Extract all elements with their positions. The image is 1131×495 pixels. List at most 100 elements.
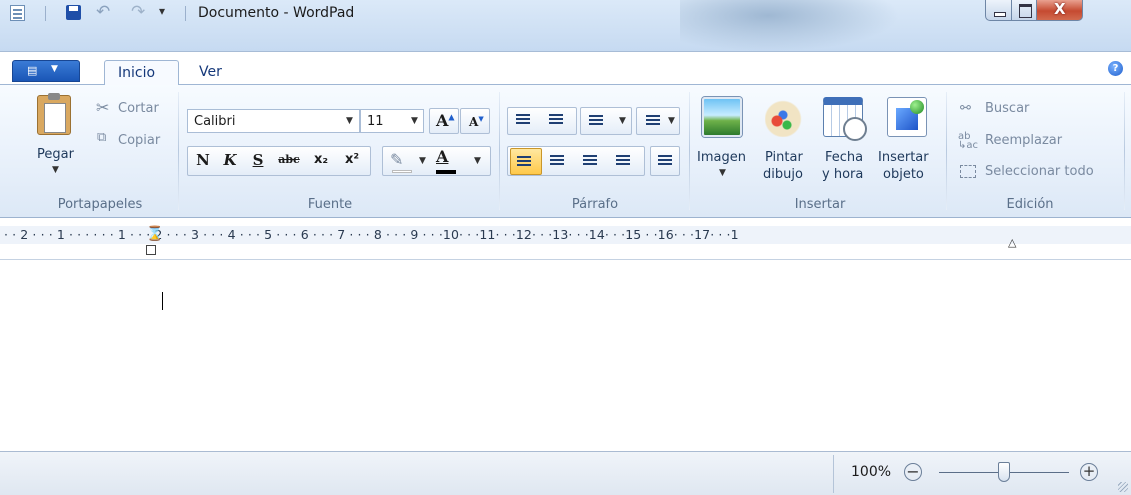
grow-font-icon: A▲ (436, 111, 455, 130)
paste-button-label[interactable]: Pegar (37, 147, 74, 162)
group-separator (946, 92, 947, 210)
increase-indent-icon (549, 114, 563, 126)
left-indent-marker[interactable] (146, 245, 156, 255)
close-icon: X (1054, 0, 1066, 18)
paint-drawing-button-line1[interactable]: Pintar (765, 150, 803, 165)
insert-image-button[interactable]: Imagen (697, 150, 746, 165)
first-line-indent-marker[interactable]: ⌛ (146, 226, 163, 242)
chevron-down-icon[interactable]: ▼ (474, 156, 481, 166)
tab-ver[interactable]: Ver (186, 60, 235, 85)
font-size-select[interactable]: 11 ▼ (360, 109, 424, 133)
replace-icon[interactable]: ab ↳ac (958, 132, 978, 151)
decrease-indent-icon (516, 114, 530, 126)
highlight-color-swatch (392, 170, 412, 173)
strikethrough-button[interactable]: abc (272, 147, 306, 175)
subscript-button[interactable]: x₂ (306, 147, 336, 175)
insert-object-icon[interactable] (887, 97, 927, 137)
bullet-list-icon (589, 115, 603, 127)
binoculars-icon[interactable]: ⚯ (960, 101, 971, 116)
maximize-button[interactable] (1011, 0, 1037, 21)
paint-drawing-button-line2[interactable]: dibujo (763, 167, 803, 182)
cut-button[interactable]: Cortar (118, 101, 159, 116)
group-label-insert: Insertar (794, 197, 846, 212)
wordpad-menu-button[interactable]: ▤ ▼ (12, 60, 80, 82)
group-separator (178, 92, 179, 210)
zoom-slider-thumb[interactable] (998, 462, 1010, 482)
tab-inicio[interactable]: Inicio (104, 60, 179, 85)
replace-button[interactable]: Reemplazar (985, 133, 1062, 148)
window-title: Documento - WordPad (198, 5, 355, 21)
group-separator (689, 92, 690, 210)
superscript-button[interactable]: x² (336, 147, 368, 175)
paste-icon[interactable] (37, 93, 71, 135)
menu-icon: ▤ (27, 64, 38, 77)
image-icon[interactable] (702, 97, 742, 137)
group-label-font: Fuente (307, 197, 353, 212)
save-icon[interactable] (66, 5, 81, 20)
align-left-icon (517, 156, 531, 168)
document-area[interactable] (0, 260, 1131, 450)
sphere-icon (910, 100, 924, 114)
help-icon[interactable]: ? (1108, 61, 1123, 76)
shrink-font-button[interactable]: A▼ (460, 108, 490, 134)
zoom-out-button[interactable]: − (904, 463, 922, 481)
group-label-paragraph: Párrafo (571, 197, 619, 212)
decrease-indent-button[interactable] (510, 107, 542, 134)
chevron-down-icon: ▼ (51, 64, 58, 74)
date-time-button-line2[interactable]: y hora (822, 167, 863, 182)
customize-qat-icon[interactable]: ▾ (159, 4, 165, 18)
align-right-button[interactable] (577, 148, 609, 175)
paint-palette-icon[interactable] (765, 97, 805, 137)
line-spacing-icon (646, 115, 660, 127)
group-separator (1124, 92, 1125, 210)
align-center-button[interactable] (544, 148, 576, 175)
close-button[interactable]: X (1036, 0, 1083, 21)
clock-icon (843, 117, 867, 141)
justify-icon (616, 155, 630, 167)
group-separator (499, 92, 500, 210)
select-all-button[interactable]: Seleccionar todo (985, 164, 1094, 179)
zoom-in-button[interactable]: + (1080, 463, 1098, 481)
paragraph-dialog-button[interactable] (650, 146, 680, 176)
grow-font-button[interactable]: A▲ (429, 108, 459, 134)
wordpad-app-icon[interactable] (10, 5, 25, 21)
resize-grip[interactable] (1118, 482, 1128, 492)
copy-button[interactable]: Copiar (118, 133, 160, 148)
highlight-icon[interactable]: ✎ (390, 150, 403, 169)
bold-button[interactable]: N (191, 147, 215, 175)
underline-button[interactable]: S (246, 147, 270, 175)
select-all-icon[interactable] (960, 165, 976, 178)
cut-icon[interactable]: ✂ (96, 98, 109, 117)
group-label-editing: Edición (1006, 197, 1054, 212)
font-family-select[interactable]: Calibri ▼ (187, 109, 360, 133)
align-right-icon (583, 155, 597, 167)
italic-button[interactable]: K (218, 147, 242, 175)
qat-separator (45, 6, 46, 21)
right-indent-marker[interactable]: △ (1008, 236, 1016, 249)
insert-object-button-line1[interactable]: Insertar (878, 150, 929, 165)
font-color-swatch (436, 170, 456, 174)
align-center-icon (550, 155, 564, 167)
line-spacing-button[interactable]: ▼ (636, 107, 680, 135)
chevron-down-icon[interactable]: ▼ (719, 168, 726, 178)
title-bar (0, 0, 1131, 52)
font-color-icon[interactable]: A (436, 147, 448, 166)
chevron-down-icon[interactable]: ▼ (52, 165, 59, 175)
find-button[interactable]: Buscar (985, 101, 1029, 116)
increase-indent-button[interactable] (543, 107, 575, 134)
justify-button[interactable] (610, 148, 642, 175)
chevron-down-icon[interactable]: ▼ (419, 156, 426, 166)
minimize-button[interactable] (985, 0, 1012, 21)
redo-icon[interactable]: ↷ (131, 2, 145, 22)
date-time-button-line1[interactable]: Fecha (825, 150, 863, 165)
align-left-button[interactable] (510, 148, 542, 175)
ruler-scale: · · 2 · · · 1 · · · · · · 1 · · · 2 · · … (4, 227, 739, 242)
zoom-level: 100% (851, 464, 892, 480)
copy-icon[interactable]: ⧉ (97, 130, 106, 145)
undo-icon[interactable]: ↶ (96, 2, 110, 22)
chevron-down-icon: ▼ (619, 116, 626, 126)
insert-object-button-line2[interactable]: objeto (883, 167, 924, 182)
qat-separator (185, 6, 186, 21)
text-caret (162, 292, 163, 310)
list-button[interactable]: ▼ (580, 107, 632, 135)
